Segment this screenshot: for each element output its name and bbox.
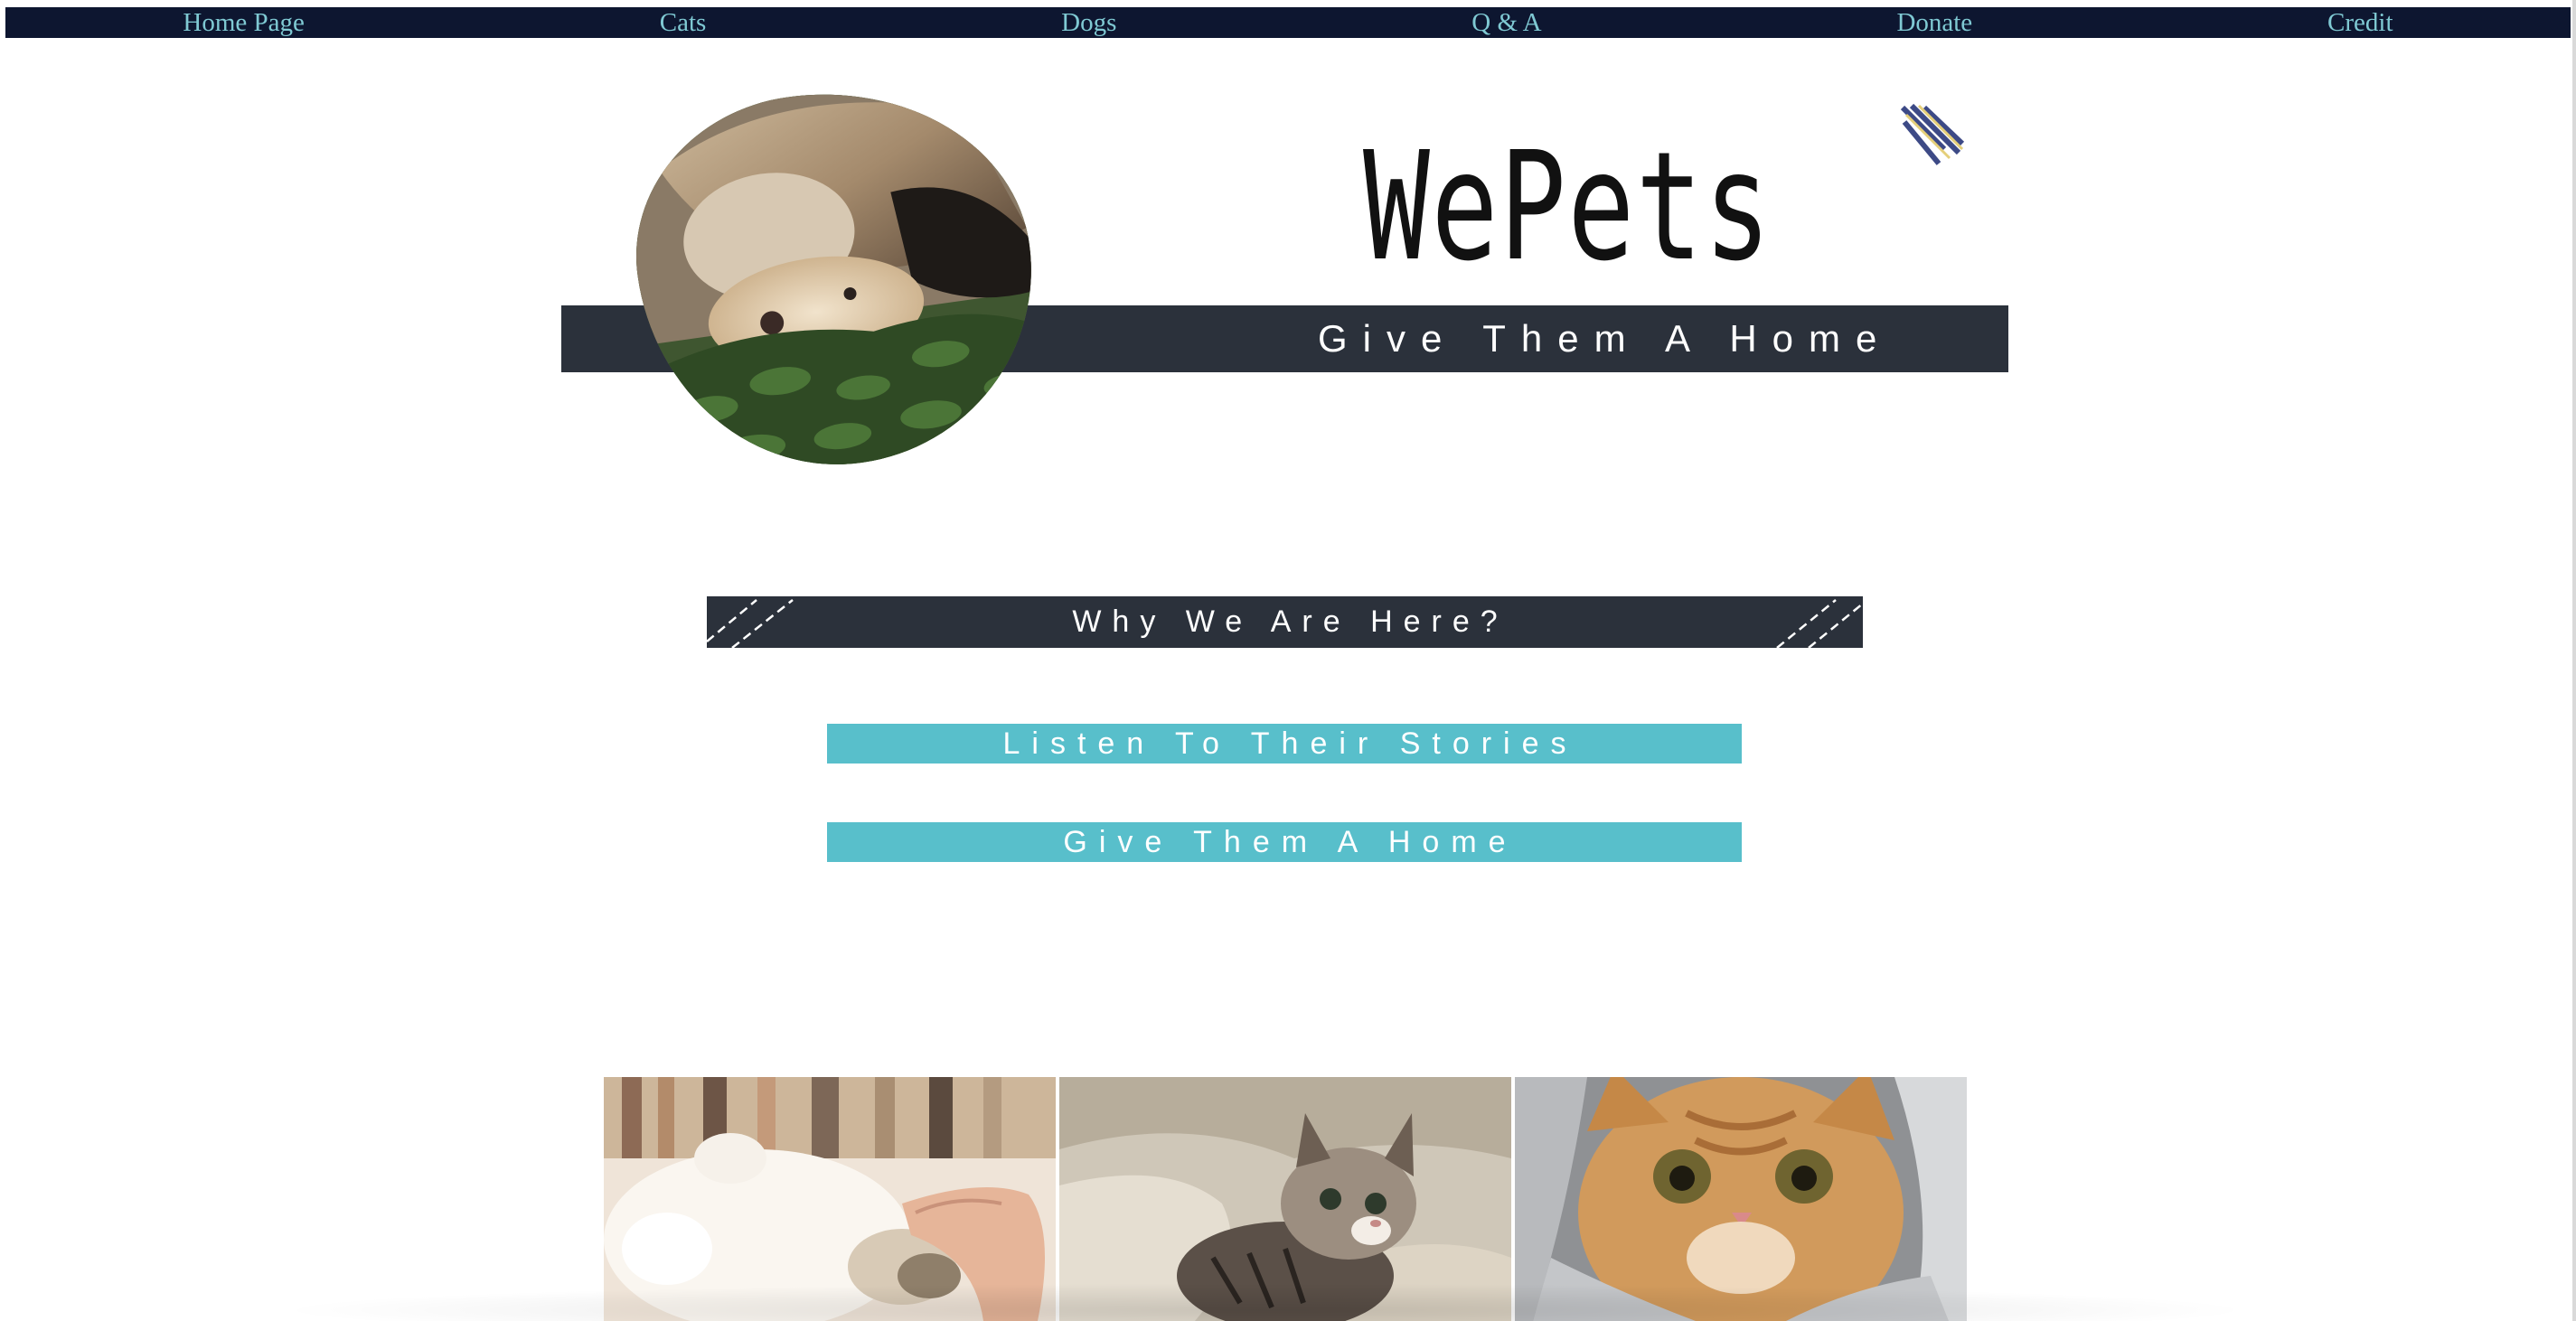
photo-gallery	[604, 1077, 1969, 1321]
page: Home Page Cats Dogs Q & A Donate Credit …	[0, 0, 2576, 1321]
gallery-photo-orange-cat[interactable]	[1515, 1077, 1967, 1321]
why-banner: Why We Are Here?	[707, 596, 1863, 648]
stitch-decoration-icon	[1776, 599, 1863, 648]
nav-credit[interactable]: Credit	[2327, 7, 2393, 38]
hero-image	[616, 66, 1057, 491]
striped-badge-icon	[1899, 102, 1965, 167]
why-heading: Why We Are Here?	[1072, 604, 1509, 639]
top-nav: Home Page Cats Dogs Q & A Donate Credit	[5, 7, 2571, 38]
nav-dogs[interactable]: Dogs	[1061, 7, 1116, 38]
nav-qa[interactable]: Q & A	[1471, 7, 1541, 38]
hero-tagline: Give Them A Home	[1318, 317, 1893, 360]
site-title: WePets	[1363, 120, 1772, 295]
nav-donate[interactable]: Donate	[1896, 7, 1972, 38]
give-home-button[interactable]: Give Them A Home	[827, 822, 1742, 862]
nav-cats[interactable]: Cats	[660, 7, 707, 38]
cat-and-dog-photo	[616, 66, 1057, 491]
gallery-photo-white-kitten[interactable]	[604, 1077, 1056, 1321]
scrollbar-edge	[2572, 0, 2576, 1321]
listen-stories-button[interactable]: Listen To Their Stories	[827, 724, 1742, 764]
nav-home-page[interactable]: Home Page	[183, 7, 305, 38]
gallery-photo-tabby-kitten[interactable]	[1059, 1077, 1511, 1321]
